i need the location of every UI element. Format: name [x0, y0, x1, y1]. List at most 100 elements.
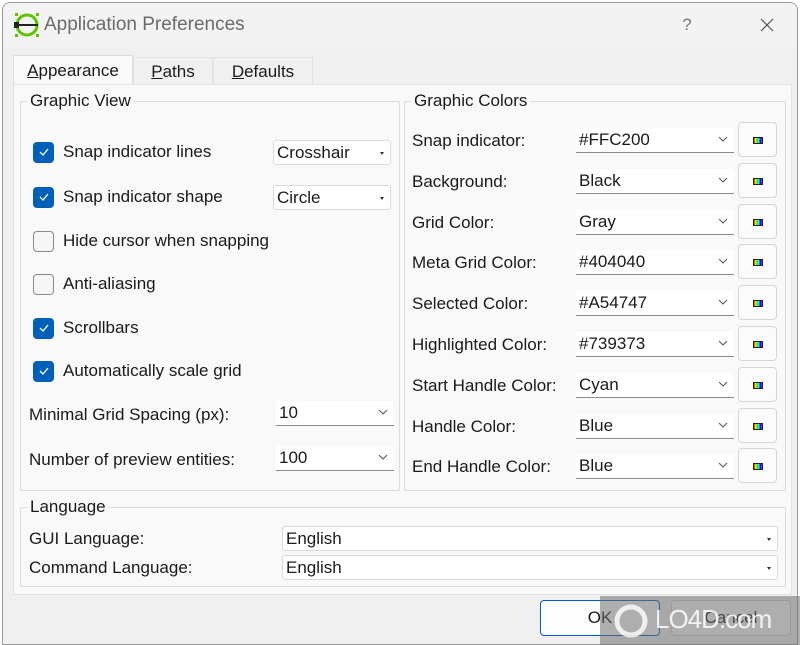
color-picker-button[interactable] — [738, 448, 777, 484]
select-value: Gray — [579, 211, 616, 231]
dropdown-arrow-icon — [380, 152, 384, 155]
chevron-down-icon — [718, 136, 728, 142]
title-bar: Application Preferences ? — [3, 3, 797, 47]
hide-cursor-checkbox-row[interactable]: Hide cursor when snapping — [33, 229, 269, 253]
tab-label: efaults — [244, 62, 295, 81]
checkbox[interactable] — [33, 230, 54, 252]
snap-shape-select[interactable]: Circle — [273, 185, 391, 210]
checkbox-label: Anti-aliasing — [63, 274, 156, 293]
app-logo-icon — [14, 13, 39, 37]
checkbox[interactable] — [33, 317, 54, 339]
color-palette-icon — [753, 259, 763, 267]
tab-mnemonic: D — [231, 62, 245, 81]
gui-language-label: GUI Language: — [29, 529, 145, 548]
watermark-text: LO4D.com — [655, 604, 772, 634]
chevron-down-icon — [378, 409, 388, 415]
checkbox[interactable] — [33, 141, 54, 163]
tab-label: ppearance — [38, 61, 119, 80]
help-button[interactable]: ? — [675, 11, 699, 39]
select-value: #739373 — [579, 334, 646, 353]
chevron-down-icon — [718, 299, 728, 305]
select-value: 10 — [279, 403, 298, 422]
auto-scale-grid-checkbox-row[interactable]: Automatically scale grid — [33, 359, 242, 383]
tab-label: aths — [162, 62, 195, 81]
chevron-down-icon — [718, 422, 728, 428]
select-value: Circle — [277, 188, 321, 207]
chevron-down-icon — [718, 381, 728, 387]
select-value: #A54747 — [579, 293, 648, 313]
select-value: 100 — [279, 448, 308, 467]
color-picker-button[interactable] — [738, 122, 777, 157]
color-picker-button[interactable] — [738, 366, 777, 402]
min-grid-spacing-select[interactable]: 10 — [276, 401, 394, 426]
watermark-logo-icon — [614, 604, 648, 638]
color-select[interactable]: #404040 — [576, 250, 734, 276]
color-picker-button[interactable] — [738, 326, 777, 361]
color-select[interactable]: Cyan — [576, 372, 734, 398]
watermark: LO4D.com — [600, 596, 800, 645]
checkbox-label: Automatically scale grid — [63, 361, 242, 380]
min-grid-spacing-label: Minimal Grid Spacing (px): — [29, 405, 230, 424]
chevron-down-icon — [718, 463, 728, 469]
checkbox[interactable] — [33, 186, 54, 208]
color-select[interactable]: Gray — [576, 209, 734, 235]
dropdown-arrow-icon — [767, 538, 771, 541]
color-palette-icon — [753, 381, 763, 389]
color-picker-button[interactable] — [738, 203, 777, 239]
color-select[interactable]: Blue — [576, 413, 734, 439]
graphic-view-group: Graphic View Snap indicator lines Crossh… — [20, 91, 400, 491]
dropdown-arrow-icon — [767, 567, 771, 570]
color-select[interactable]: #739373 — [576, 332, 734, 357]
anti-aliasing-checkbox-row[interactable]: Anti-aliasing — [33, 272, 156, 296]
command-language-select[interactable]: English — [282, 555, 778, 580]
color-palette-icon — [753, 137, 763, 144]
command-language-label: Command Language: — [29, 558, 193, 577]
preview-entities-select[interactable]: 100 — [276, 446, 394, 471]
color-row-label: Snap indicator: — [412, 131, 526, 150]
snap-lines-checkbox-row[interactable]: Snap indicator lines — [33, 140, 211, 164]
checkbox[interactable] — [33, 360, 54, 382]
color-select[interactable]: Black — [576, 168, 734, 194]
checkbox-label: Scrollbars — [63, 318, 139, 337]
color-picker-button[interactable] — [738, 162, 777, 198]
tab-defaults[interactable]: Defaults — [213, 57, 313, 85]
select-value: Blue — [579, 415, 614, 435]
select-value: Blue — [579, 456, 614, 476]
color-row-label: End Handle Color: — [412, 457, 551, 477]
color-select[interactable]: Blue — [576, 454, 734, 480]
tab-appearance[interactable]: Appearance — [13, 55, 133, 85]
color-row-label: Highlighted Color: — [412, 335, 548, 354]
checkbox-label: Snap indicator lines — [63, 142, 212, 161]
language-group: Language GUI Language: English Command L… — [20, 497, 786, 587]
color-row-label: Selected Color: — [412, 294, 529, 314]
chevron-down-icon — [718, 177, 728, 183]
color-select[interactable]: #A54747 — [576, 291, 734, 317]
window-title: Application Preferences — [44, 14, 245, 35]
preferences-dialog: Application Preferences ? Appearance Pat… — [2, 2, 798, 645]
dropdown-arrow-icon — [380, 197, 384, 200]
color-picker-button[interactable] — [738, 285, 777, 321]
appearance-page: Graphic View Snap indicator lines Crossh… — [13, 84, 792, 595]
tab-paths[interactable]: Paths — [133, 57, 213, 85]
color-palette-icon — [753, 341, 763, 348]
color-picker-button[interactable] — [738, 407, 777, 443]
select-value: #FFC200 — [579, 130, 650, 149]
color-picker-button[interactable] — [738, 244, 777, 280]
snap-shape-checkbox-row[interactable]: Snap indicator shape — [33, 185, 223, 209]
color-row-label: Start Handle Color: — [412, 375, 557, 395]
chevron-down-icon — [718, 340, 728, 346]
select-value: Black — [579, 170, 621, 190]
color-select[interactable]: #FFC200 — [576, 128, 734, 153]
checkbox-label: Snap indicator shape — [63, 187, 223, 206]
graphic-colors-group: Graphic Colors Snap indicator: #FFC200 Bac… — [404, 91, 786, 491]
color-palette-icon — [753, 218, 763, 226]
gui-language-select[interactable]: English — [282, 526, 778, 551]
close-icon[interactable] — [753, 11, 781, 39]
color-palette-icon — [753, 422, 763, 430]
snap-lines-select[interactable]: Crosshair — [273, 140, 391, 165]
select-value: Cyan — [579, 374, 619, 394]
checkbox[interactable] — [33, 273, 54, 295]
color-row-label: Grid Color: — [412, 212, 495, 232]
scrollbars-checkbox-row[interactable]: Scrollbars — [33, 316, 139, 340]
chevron-down-icon — [718, 259, 728, 265]
